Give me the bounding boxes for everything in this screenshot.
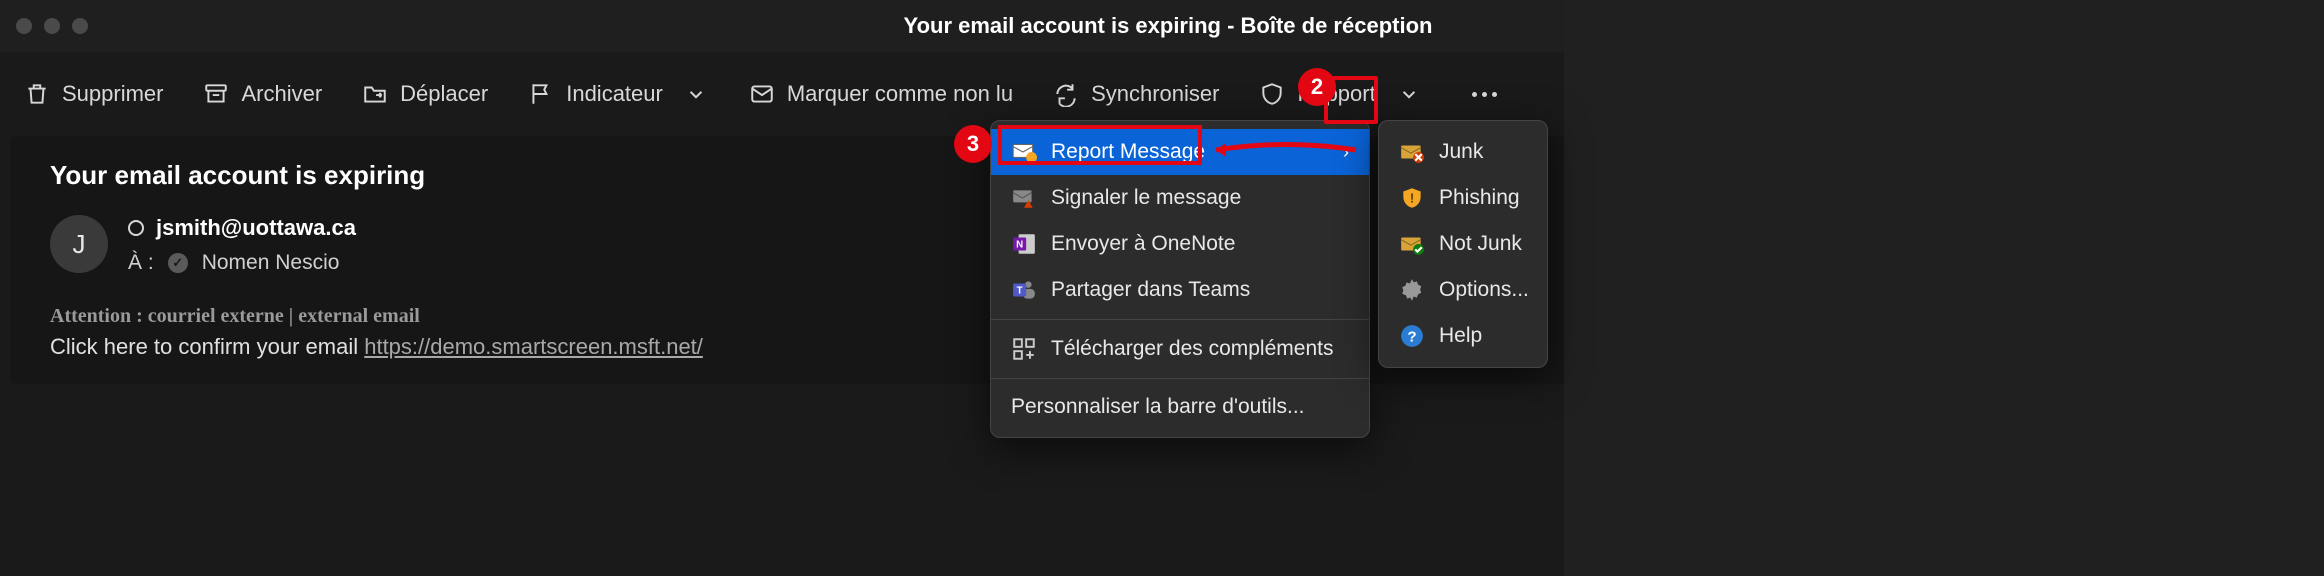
- mark-unread-button[interactable]: Marquer comme non lu: [749, 81, 1013, 107]
- teams-icon: T: [1011, 277, 1037, 303]
- sync-label: Synchroniser: [1091, 81, 1219, 107]
- menu-item-label: Phishing: [1439, 186, 1520, 210]
- presence-indicator-icon: [128, 220, 144, 236]
- not-junk-icon: [1399, 231, 1425, 257]
- flag-label: Indicateur: [566, 81, 663, 107]
- verified-icon: ✓: [168, 253, 188, 273]
- ellipsis-icon: [1472, 92, 1497, 97]
- delete-button[interactable]: Supprimer: [24, 81, 163, 107]
- body-prefix: Click here to confirm your email: [50, 334, 364, 359]
- annotation-badge-2: 2: [1298, 68, 1336, 106]
- menu-item-label: Signaler le message: [1051, 186, 1241, 210]
- phishing-link[interactable]: https://demo.smartscreen.msft.net/: [364, 334, 703, 359]
- more-actions-menu: Report Message › Signaler le message N E…: [990, 120, 1370, 438]
- report-dropdown[interactable]: [1396, 81, 1422, 107]
- gear-icon: [1399, 277, 1425, 303]
- menu-item-onenote[interactable]: N Envoyer à OneNote: [991, 221, 1369, 267]
- to-name: Nomen Nescio: [202, 251, 340, 275]
- menu-item-not-junk[interactable]: Not Junk: [1379, 221, 1547, 267]
- menu-item-label: Personnaliser la barre d'outils...: [1011, 395, 1305, 419]
- svg-text:T: T: [1017, 285, 1023, 296]
- menu-separator: [991, 319, 1369, 320]
- menu-item-addins[interactable]: Télécharger des compléments: [991, 326, 1369, 372]
- chevron-down-icon: [1396, 81, 1422, 107]
- annotation-box-report: [998, 125, 1202, 165]
- menu-item-customize[interactable]: Personnaliser la barre d'outils...: [991, 385, 1369, 429]
- chevron-down-icon: [683, 81, 709, 107]
- svg-text:N: N: [1016, 239, 1023, 250]
- junk-icon: [1399, 139, 1425, 165]
- move-button[interactable]: Déplacer: [362, 81, 488, 107]
- menu-item-label: Partager dans Teams: [1051, 278, 1250, 302]
- more-button[interactable]: [1462, 84, 1507, 105]
- menu-item-options[interactable]: Options...: [1379, 267, 1547, 313]
- annotation-badge-3: 3: [954, 125, 992, 163]
- mark-unread-label: Marquer comme non lu: [787, 81, 1013, 107]
- svg-text:?: ?: [1407, 328, 1416, 345]
- menu-item-teams[interactable]: T Partager dans Teams: [991, 267, 1369, 313]
- menu-item-signaler[interactable]: Signaler le message: [991, 175, 1369, 221]
- from-address: jsmith@uottawa.ca: [156, 215, 356, 241]
- folder-move-icon: [362, 81, 388, 107]
- menu-item-label: Help: [1439, 324, 1482, 348]
- menu-item-label: Options...: [1439, 278, 1529, 302]
- flag-dropdown[interactable]: [683, 81, 709, 107]
- sender-info: jsmith@uottawa.ca À : ✓ Nomen Nescio: [128, 215, 356, 275]
- background-panel: [1564, 0, 2324, 576]
- sync-button[interactable]: Synchroniser: [1053, 81, 1219, 107]
- trash-icon: [24, 81, 50, 107]
- archive-label: Archiver: [241, 81, 322, 107]
- help-icon: ?: [1399, 323, 1425, 349]
- annotation-arrow: [1206, 140, 1356, 154]
- archive-icon: [203, 81, 229, 107]
- phishing-icon: !: [1399, 185, 1425, 211]
- archive-button[interactable]: Archiver: [203, 81, 322, 107]
- menu-item-phishing[interactable]: ! Phishing: [1379, 175, 1547, 221]
- shield-icon: [1259, 81, 1285, 107]
- onenote-icon: N: [1011, 231, 1037, 257]
- menu-item-label: Not Junk: [1439, 232, 1522, 256]
- mail-alert-icon: [1011, 185, 1037, 211]
- menu-item-label: Junk: [1439, 140, 1483, 164]
- menu-item-label: Télécharger des compléments: [1051, 337, 1333, 361]
- sync-icon: [1053, 81, 1079, 107]
- svg-text:!: !: [1410, 190, 1414, 205]
- to-label: À :: [128, 251, 154, 275]
- delete-label: Supprimer: [62, 81, 163, 107]
- addins-icon: [1011, 336, 1037, 362]
- menu-item-help[interactable]: ? Help: [1379, 313, 1547, 359]
- flag-icon: [528, 81, 554, 107]
- menu-separator: [991, 378, 1369, 379]
- mail-icon: [749, 81, 775, 107]
- avatar: J: [50, 215, 108, 273]
- move-label: Déplacer: [400, 81, 488, 107]
- report-message-submenu: Junk ! Phishing Not Junk Options... ? He…: [1378, 120, 1548, 368]
- flag-button[interactable]: Indicateur: [528, 81, 663, 107]
- menu-item-label: Envoyer à OneNote: [1051, 232, 1235, 256]
- menu-item-junk[interactable]: Junk: [1379, 129, 1547, 175]
